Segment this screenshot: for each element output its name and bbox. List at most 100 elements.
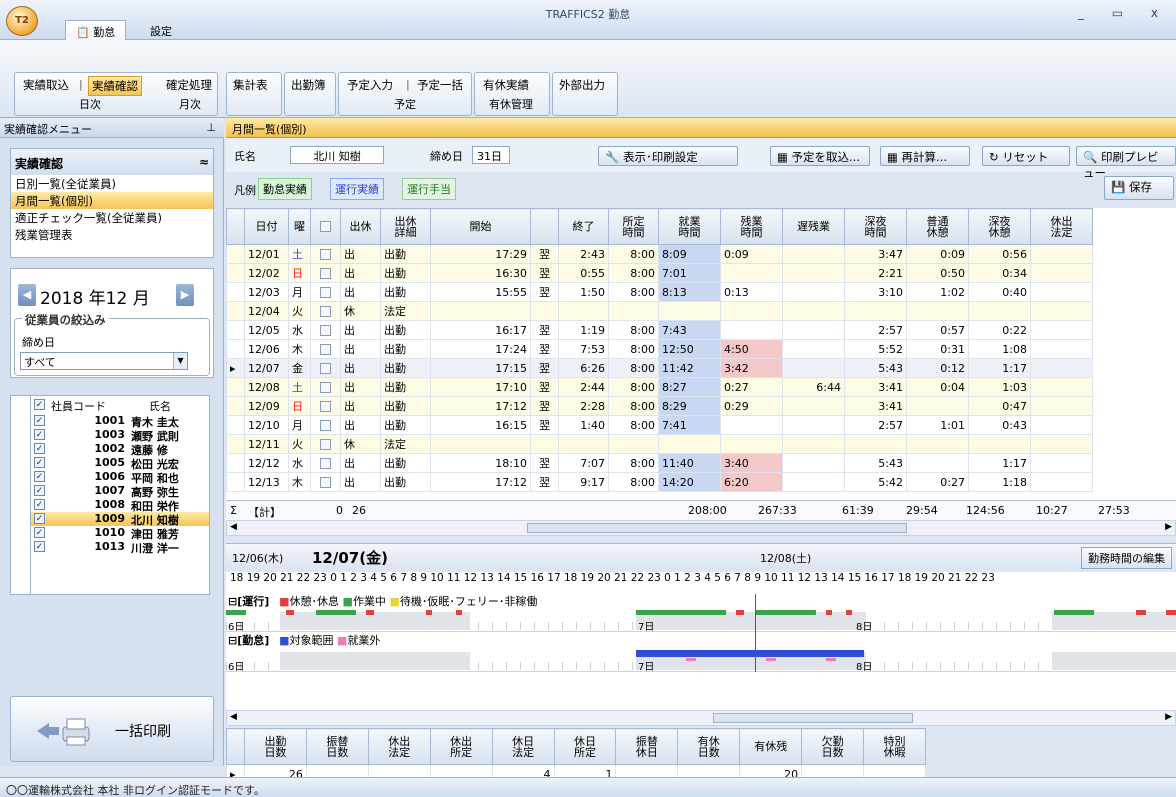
row-marker[interactable] bbox=[226, 282, 245, 302]
scroll-thumb[interactable] bbox=[527, 523, 907, 533]
date-cell[interactable]: 12/13 bbox=[244, 472, 289, 492]
scroll-left-icon[interactable]: ◀ bbox=[230, 522, 237, 532]
date-cell[interactable]: 12/08 bbox=[244, 377, 289, 397]
overtime-cell[interactable]: 0:13 bbox=[720, 282, 783, 302]
column-header[interactable]: 日付 bbox=[244, 208, 289, 245]
holiday-legal-cell[interactable] bbox=[1030, 453, 1093, 473]
scroll-right-icon[interactable]: ▶ bbox=[1165, 712, 1172, 722]
holiday-legal-cell[interactable] bbox=[1030, 434, 1093, 454]
next-day-cell[interactable]: 翌 bbox=[530, 282, 559, 302]
import-schedule-button[interactable]: ▦ 予定を取込... bbox=[770, 146, 870, 166]
late-overtime-cell[interactable] bbox=[782, 301, 845, 321]
date-cell[interactable]: 12/01 bbox=[244, 244, 289, 264]
night-hours-cell[interactable]: 3:47 bbox=[844, 244, 907, 264]
weekday-cell[interactable]: 月 bbox=[288, 415, 311, 435]
night-hours-cell[interactable]: 2:57 bbox=[844, 320, 907, 340]
timeline-block[interactable] bbox=[846, 610, 852, 615]
normal-break-cell[interactable]: 0:12 bbox=[906, 358, 969, 378]
row-marker[interactable] bbox=[226, 301, 245, 321]
late-overtime-cell[interactable] bbox=[782, 453, 845, 473]
table-row[interactable]: 12/05 水 出出勤 16:17 翌 1:19 8:00 7:43 2:57 0:57 0:22 bbox=[226, 320, 1093, 340]
work-hours-cell[interactable]: 8:13 bbox=[658, 282, 721, 302]
night-hours-cell[interactable] bbox=[844, 434, 907, 454]
employee-row[interactable]: ✓ 1006 平岡 和也 bbox=[31, 470, 209, 485]
weekday-cell[interactable]: 水 bbox=[288, 320, 311, 340]
column-header[interactable]: 開始 bbox=[430, 208, 531, 245]
start-time-cell[interactable]: 16:30 bbox=[430, 263, 531, 283]
night-hours-cell[interactable]: 5:43 bbox=[844, 453, 907, 473]
weekday-cell[interactable]: 金 bbox=[288, 358, 311, 378]
row-checkbox[interactable] bbox=[320, 382, 331, 393]
checkbox-cell[interactable] bbox=[310, 472, 341, 492]
night-hours-cell[interactable]: 3:41 bbox=[844, 396, 907, 416]
select-all-checkbox[interactable]: ✓ bbox=[34, 399, 45, 410]
normal-break-cell[interactable] bbox=[906, 301, 969, 321]
late-overtime-cell[interactable] bbox=[782, 244, 845, 264]
import-actual-button[interactable]: 実績取込 bbox=[20, 76, 72, 94]
table-row[interactable]: 12/03 月 出出勤 15:55 翌 1:50 8:00 8:13 0:13 3:10 1:02 0… bbox=[226, 282, 1093, 302]
holiday-legal-cell[interactable] bbox=[1030, 339, 1093, 359]
employee-checkbox[interactable]: ✓ bbox=[34, 457, 45, 468]
row-checkbox[interactable] bbox=[320, 439, 331, 450]
scheduled-hours-cell[interactable]: 8:00 bbox=[608, 377, 659, 397]
timeline-block[interactable] bbox=[456, 610, 462, 615]
edit-work-time-button[interactable]: 勤務時間の編集 bbox=[1081, 547, 1172, 569]
date-cell[interactable]: 12/10 bbox=[244, 415, 289, 435]
table-row[interactable]: 12/01 土出出勤 17:29 翌 2:43 8:00 8:09 0:09 3:47 0:09 0… bbox=[226, 244, 1093, 264]
table-row[interactable]: ▸ 12/07 金 出出勤 17:15 翌 6:26 8:00 11:42 3:42 5:43 0:1… bbox=[226, 358, 1093, 378]
recalculate-button[interactable]: ▦ 再計算... bbox=[880, 146, 970, 166]
next-day-cell[interactable]: 翌 bbox=[530, 377, 559, 397]
normal-break-cell[interactable] bbox=[906, 434, 969, 454]
employee-checkbox[interactable]: ✓ bbox=[34, 499, 45, 510]
overtime-cell[interactable] bbox=[720, 263, 783, 283]
timeline-block[interactable] bbox=[286, 610, 294, 615]
holiday-legal-cell[interactable] bbox=[1030, 263, 1093, 283]
work-detail-cell[interactable]: 出勤 bbox=[380, 339, 431, 359]
timeline-block[interactable] bbox=[826, 658, 836, 661]
employee-row[interactable]: ✓ 1010 津田 雅芳 bbox=[31, 526, 209, 541]
night-hours-cell[interactable]: 5:43 bbox=[844, 358, 907, 378]
row-checkbox[interactable] bbox=[320, 344, 331, 355]
employee-row[interactable]: ✓ 1009 北川 知樹 bbox=[31, 512, 209, 527]
external-output-button[interactable]: 外部出力 bbox=[556, 76, 608, 94]
table-row[interactable]: 12/08 土 出出勤 17:10 翌 2:44 8:00 8:27 0:27 6:44 3:41 0… bbox=[226, 377, 1093, 397]
weekday-cell[interactable]: 火 bbox=[288, 434, 311, 454]
timeline-block[interactable] bbox=[636, 610, 726, 615]
overtime-cell[interactable] bbox=[720, 415, 783, 435]
end-time-cell[interactable]: 9:17 bbox=[558, 472, 609, 492]
timeline-block[interactable] bbox=[1136, 610, 1146, 615]
checkbox-cell[interactable] bbox=[310, 453, 341, 473]
timeline-block[interactable] bbox=[756, 610, 816, 615]
work-type-cell[interactable]: 出 bbox=[340, 453, 381, 473]
date-cell[interactable]: 12/11 bbox=[244, 434, 289, 454]
scheduled-hours-cell[interactable]: 8:00 bbox=[608, 415, 659, 435]
normal-break-cell[interactable]: 0:57 bbox=[906, 320, 969, 340]
next-day-cell[interactable] bbox=[530, 301, 559, 321]
date-cell[interactable]: 12/09 bbox=[244, 396, 289, 416]
work-detail-cell[interactable]: 出勤 bbox=[380, 396, 431, 416]
tab-kintai[interactable]: 📋 勤怠 bbox=[65, 20, 127, 40]
work-type-cell[interactable]: 出 bbox=[340, 339, 381, 359]
night-break-cell[interactable]: 0:22 bbox=[968, 320, 1031, 340]
employee-checkbox[interactable]: ✓ bbox=[34, 415, 45, 426]
scheduled-hours-cell[interactable]: 8:00 bbox=[608, 320, 659, 340]
timeline-block[interactable] bbox=[826, 610, 832, 615]
next-day-cell[interactable]: 翌 bbox=[530, 263, 559, 283]
night-break-cell[interactable]: 0:40 bbox=[968, 282, 1031, 302]
work-detail-cell[interactable]: 出勤 bbox=[380, 263, 431, 283]
column-header[interactable]: 曜 bbox=[288, 208, 311, 245]
employee-row[interactable]: ✓ 1001 青木 圭太 bbox=[31, 414, 209, 429]
display-print-settings-button[interactable]: 🔧 表示･印刷設定 bbox=[598, 146, 738, 166]
next-day-cell[interactable] bbox=[530, 434, 559, 454]
column-header[interactable]: 休出 法定 bbox=[1030, 208, 1093, 245]
bulk-print-visible-panel[interactable]: 一括印刷 bbox=[10, 696, 214, 762]
next-day-cell[interactable]: 翌 bbox=[530, 415, 559, 435]
late-overtime-cell[interactable]: 6:44 bbox=[782, 377, 845, 397]
column-header[interactable]: 所定 時間 bbox=[608, 208, 659, 245]
normal-break-cell[interactable] bbox=[906, 396, 969, 416]
confirm-actual-button[interactable]: 実績確認 bbox=[88, 76, 142, 96]
end-time-cell[interactable]: 2:28 bbox=[558, 396, 609, 416]
scheduled-hours-cell[interactable]: 8:00 bbox=[608, 263, 659, 283]
scheduled-hours-cell[interactable]: 8:00 bbox=[608, 472, 659, 492]
scroll-thumb[interactable] bbox=[713, 713, 913, 723]
